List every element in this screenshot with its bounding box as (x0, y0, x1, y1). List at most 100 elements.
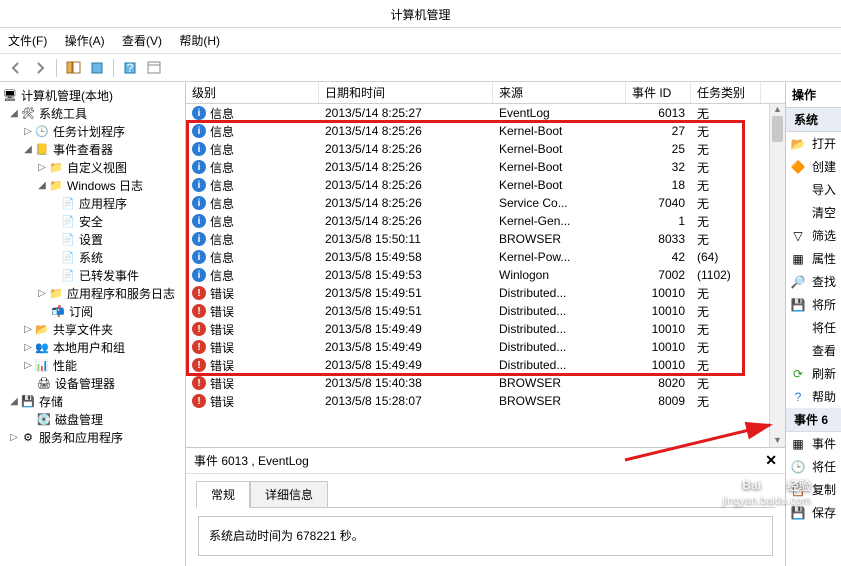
info-icon: i (192, 160, 206, 174)
tree-log-setup[interactable]: 设置 (79, 231, 103, 248)
help-icon: ? (790, 390, 806, 404)
table-row[interactable]: !错误2013/5/8 15:49:49Distributed...10010无 (186, 338, 785, 356)
tree-log-forwarded[interactable]: 已转发事件 (79, 267, 139, 284)
shared-icon: 📂 (34, 322, 50, 336)
action-refresh[interactable]: ⟳刷新 (786, 362, 841, 385)
menu-help[interactable]: 帮助(H) (179, 34, 220, 48)
table-row[interactable]: !错误2013/5/8 15:40:38BROWSER8020无 (186, 374, 785, 392)
users-icon: 👥 (34, 340, 50, 354)
action-open[interactable]: 📂打开 (786, 132, 841, 155)
tree-winlogs[interactable]: Windows 日志 (67, 177, 143, 194)
tree-customviews[interactable]: 自定义视图 (67, 159, 127, 176)
table-row[interactable]: i信息2013/5/8 15:50:11BROWSER8033无 (186, 230, 785, 248)
help-icon[interactable]: ? (120, 58, 140, 78)
properties-icon[interactable] (87, 58, 107, 78)
table-row[interactable]: !错误2013/5/8 15:49:51Distributed...10010无 (186, 284, 785, 302)
tree-perf[interactable]: 性能 (53, 357, 77, 374)
action-view[interactable]: 查看 (786, 339, 841, 362)
log-icon: 📄 (60, 250, 76, 264)
log-icon: 📄 (60, 268, 76, 282)
tab-detail[interactable]: 详细信息 (250, 481, 328, 508)
back-button[interactable] (6, 58, 26, 78)
tree-log-system[interactable]: 系统 (79, 249, 103, 266)
actions-group-event: 事件 6 (786, 408, 841, 432)
action-clear[interactable]: 清空 (786, 201, 841, 224)
tree-users[interactable]: 本地用户和组 (53, 339, 125, 356)
action-import[interactable]: 导入 (786, 178, 841, 201)
tools-icon: 🛠 (20, 106, 36, 120)
col-eventid: 事件 ID (626, 82, 691, 103)
action-filter[interactable]: ▽筛选 (786, 224, 841, 247)
info-icon: i (192, 124, 206, 138)
menu-view[interactable]: 查看(V) (122, 34, 162, 48)
tree-log-security[interactable]: 安全 (79, 213, 103, 230)
nav-tree[interactable]: 🖥计算机管理(本地) ◢🛠系统工具 ▷🕒任务计划程序 ◢📒事件查看器 ▷📁自定义… (0, 82, 186, 566)
table-row[interactable]: i信息2013/5/14 8:25:26Service Co...7040无 (186, 194, 785, 212)
action-saveas[interactable]: 💾将所 (786, 293, 841, 316)
folder-open-icon: 📂 (790, 137, 806, 151)
menu-action[interactable]: 操作(A) (65, 34, 105, 48)
error-icon: ! (192, 340, 206, 354)
info-icon: i (192, 142, 206, 156)
detail-title: 事件 6013 , EventLog (194, 452, 309, 469)
tree-services[interactable]: 服务和应用程序 (39, 429, 123, 446)
info-icon: i (192, 178, 206, 192)
action-help[interactable]: ?帮助 (786, 385, 841, 408)
column-headers[interactable]: 级别 日期和时间 来源 事件 ID 任务类别 (186, 82, 785, 104)
computer-icon: 🖥 (2, 88, 18, 102)
action-create[interactable]: 🔶创建 (786, 155, 841, 178)
info-icon: i (192, 106, 206, 120)
tab-general[interactable]: 常规 (196, 481, 250, 508)
table-row[interactable]: i信息2013/5/8 15:49:58Kernel-Pow...42(64) (186, 248, 785, 266)
tree-diskmgr[interactable]: 磁盘管理 (55, 411, 103, 428)
services-icon: ⚙ (20, 430, 36, 444)
info-icon: i (192, 268, 206, 282)
tree-storage[interactable]: 存储 (39, 393, 63, 410)
info-icon: i (192, 214, 206, 228)
table-row[interactable]: i信息2013/5/14 8:25:26Kernel-Boot18无 (186, 176, 785, 194)
window-title: 计算机管理 (0, 0, 841, 28)
table-row[interactable]: i信息2013/5/14 8:25:26Kernel-Boot27无 (186, 122, 785, 140)
menu-file[interactable]: 文件(F) (8, 34, 47, 48)
tree-scheduler[interactable]: 任务计划程序 (53, 123, 125, 140)
folder-icon: 📁 (48, 178, 64, 192)
save-icon: 💾 (790, 298, 806, 312)
table-row[interactable]: i信息2013/5/14 8:25:26Kernel-Boot32无 (186, 158, 785, 176)
action-evprops[interactable]: ▦事件 (786, 432, 841, 455)
log-icon: 📄 (60, 214, 76, 228)
tree-systools[interactable]: 系统工具 (39, 105, 87, 122)
tree-log-app[interactable]: 应用程序 (79, 195, 127, 212)
action-copy[interactable]: 📋复制 (786, 478, 841, 501)
tree-eventviewer[interactable]: 事件查看器 (53, 141, 113, 158)
tree-devmgr[interactable]: 设备管理器 (55, 375, 115, 392)
info-icon: i (192, 250, 206, 264)
view-icon[interactable] (144, 58, 164, 78)
tree-subs[interactable]: 订阅 (69, 303, 93, 320)
table-row[interactable]: !错误2013/5/8 15:49:49Distributed...10010无 (186, 320, 785, 338)
table-row[interactable]: i信息2013/5/14 8:25:26Kernel-Gen...1无 (186, 212, 785, 230)
error-icon: ! (192, 322, 206, 336)
action-attach[interactable]: 将任 (786, 316, 841, 339)
scrollbar[interactable]: ▲ ▼ (769, 104, 785, 447)
close-detail-icon[interactable]: ✕ (765, 452, 777, 469)
table-row[interactable]: !错误2013/5/8 15:49:49Distributed...10010无 (186, 356, 785, 374)
action-props[interactable]: ▦属性 (786, 247, 841, 270)
table-row[interactable]: !错误2013/5/8 15:28:07BROWSER8009无 (186, 392, 785, 410)
table-row[interactable]: !错误2013/5/8 15:49:51Distributed...10010无 (186, 302, 785, 320)
tree-root[interactable]: 计算机管理(本地) (21, 87, 113, 104)
forward-button[interactable] (30, 58, 50, 78)
table-row[interactable]: i信息2013/5/14 8:25:27EventLog6013无 (186, 104, 785, 122)
show-hide-tree-icon[interactable] (63, 58, 83, 78)
table-row[interactable]: i信息2013/5/8 15:49:53Winlogon7002(1102) (186, 266, 785, 284)
error-icon: ! (192, 286, 206, 300)
table-row[interactable]: i信息2013/5/14 8:25:26Kernel-Boot25无 (186, 140, 785, 158)
props-icon: ▦ (790, 252, 806, 266)
action-attach2[interactable]: 🕒将任 (786, 455, 841, 478)
error-icon: ! (192, 394, 206, 408)
event-grid[interactable]: i信息2013/5/14 8:25:27EventLog6013无i信息2013… (186, 104, 785, 410)
action-find[interactable]: 🔎查找 (786, 270, 841, 293)
tree-shared[interactable]: 共享文件夹 (53, 321, 113, 338)
props-icon: ▦ (790, 437, 806, 451)
action-save[interactable]: 💾保存 (786, 501, 841, 524)
tree-appsvc[interactable]: 应用程序和服务日志 (67, 285, 175, 302)
